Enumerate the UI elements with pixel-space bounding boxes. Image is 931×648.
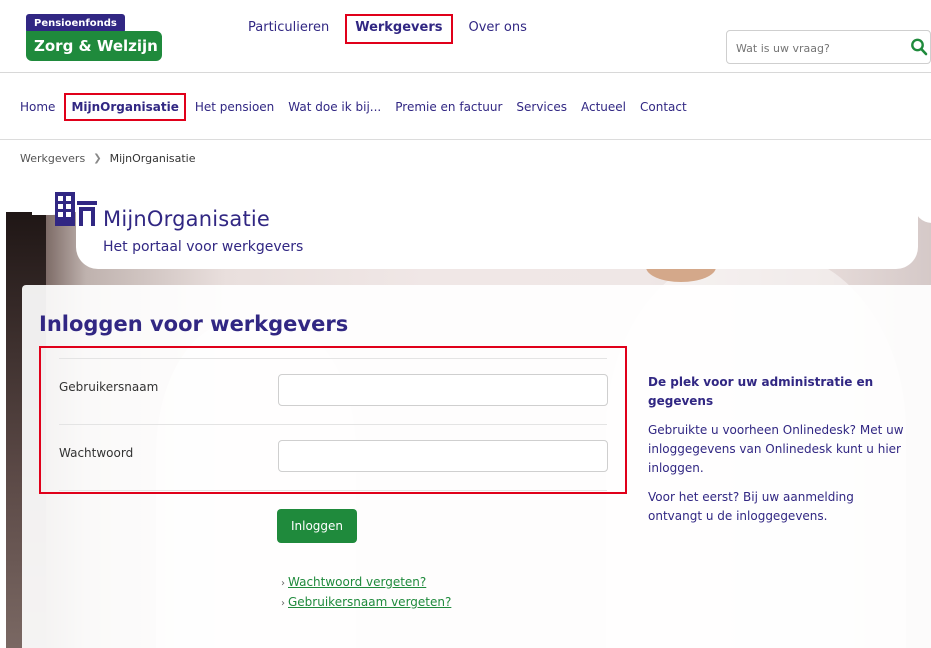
login-button[interactable]: Inloggen [277, 509, 357, 543]
logo-big-text: Zorg & Welzijn [26, 31, 162, 61]
top-nav: Particulieren Werkgevers Over ons [248, 14, 547, 44]
nav-divider [0, 139, 931, 140]
main-nav-home[interactable]: Home [20, 98, 55, 116]
username-field[interactable] [278, 374, 608, 406]
main-nav: Home MijnOrganisatie Het pensioen Wat do… [0, 73, 931, 139]
username-label: Gebruikersnaam [59, 380, 159, 394]
login-fields-highlight: Gebruikersnaam Wachtwoord [39, 346, 627, 494]
top-nav-particulieren[interactable]: Particulieren [248, 18, 329, 40]
row-divider [59, 358, 607, 359]
chevron-right-icon: ❯ [93, 153, 102, 164]
info-sidebar: De plek voor uw administratie en gegeven… [648, 373, 908, 526]
main-nav-actueel[interactable]: Actueel [581, 98, 626, 116]
top-nav-werkgevers[interactable]: Werkgevers [345, 14, 453, 44]
row-divider [59, 490, 607, 491]
portal-title: MijnOrganisatie [103, 207, 271, 231]
forgot-username-link[interactable]: Gebruikersnaam vergeten? [288, 595, 451, 609]
buildings-icon [55, 192, 97, 226]
search-input[interactable] [736, 38, 896, 58]
main-nav-services[interactable]: Services [516, 98, 567, 116]
help-links: › Wachtwoord vergeten? › Gebruikersnaam ve… [281, 573, 451, 613]
login-title: Inloggen voor werkgevers [39, 312, 349, 336]
breadcrumb: Werkgevers ❯ MijnOrganisatie [20, 152, 196, 165]
info-paragraph-first-time: Voor het eerst? Bij uw aanmelding ontvan… [648, 490, 854, 523]
portal-header-card: MijnOrganisatie Het portaal voor werkgev… [32, 183, 931, 269]
main-nav-contact[interactable]: Contact [640, 98, 687, 116]
password-label: Wachtwoord [59, 446, 134, 460]
row-divider [59, 424, 607, 425]
breadcrumb-current: MijnOrganisatie [109, 152, 196, 165]
main-nav-mijnorganisatie[interactable]: MijnOrganisatie [64, 93, 186, 121]
search-icon[interactable] [910, 37, 928, 57]
info-paragraph-onlinedesk: Gebruikte u voorheen Onlinedesk? Met uw … [648, 423, 904, 475]
main-nav-het-pensioen[interactable]: Het pensioen [195, 98, 274, 116]
chevron-right-icon: › [281, 578, 285, 589]
forgot-password-link[interactable]: Wachtwoord vergeten? [288, 575, 426, 589]
password-field[interactable] [278, 440, 608, 472]
search-box [726, 30, 931, 64]
chevron-right-icon: › [281, 598, 285, 609]
top-nav-over-ons[interactable]: Over ons [469, 18, 527, 40]
login-panel: Inloggen voor werkgevers Gebruikersnaam … [22, 285, 931, 648]
site-logo[interactable]: Pensioenfonds Zorg & Welzijn [26, 14, 162, 62]
top-bar: Pensioenfonds Zorg & Welzijn Particulier… [0, 0, 931, 72]
breadcrumb-werkgevers[interactable]: Werkgevers [20, 152, 85, 165]
portal-subtitle: Het portaal voor werkgevers [103, 239, 304, 255]
info-title: De plek voor uw administratie en gegeven… [648, 375, 874, 408]
main-nav-wat-doe-ik-bij[interactable]: Wat doe ik bij... [288, 98, 381, 116]
main-nav-premie-en-factuur[interactable]: Premie en factuur [395, 98, 502, 116]
